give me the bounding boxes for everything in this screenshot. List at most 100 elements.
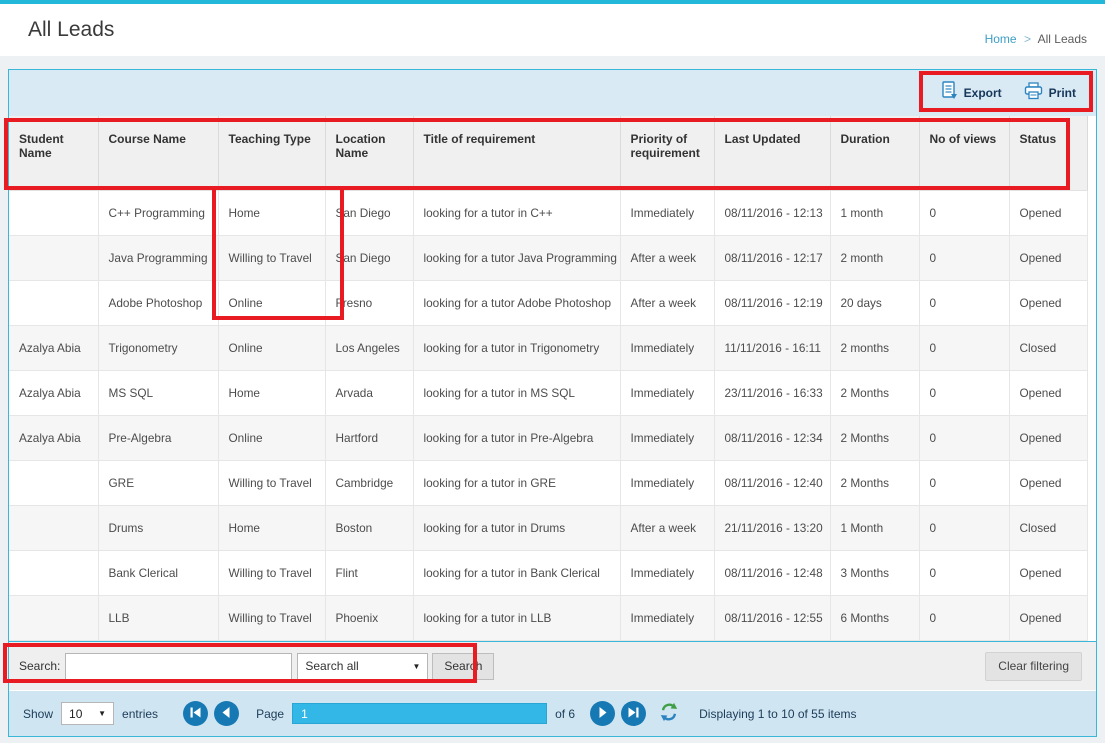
print-icon: [1024, 82, 1043, 105]
search-label: Search:: [19, 659, 60, 673]
table-cell: Phoenix: [325, 595, 413, 640]
table-cell: 2 months: [830, 325, 919, 370]
export-icon: [941, 81, 958, 105]
page-input[interactable]: [292, 703, 547, 724]
table-cell: [9, 235, 98, 280]
table-row[interactable]: C++ ProgrammingHomeSan Diegolooking for …: [9, 190, 1087, 235]
entries-label: entries: [122, 707, 158, 721]
table-cell: [9, 280, 98, 325]
table-cell: 20 days: [830, 280, 919, 325]
column-header[interactable]: Status: [1009, 116, 1087, 190]
print-button[interactable]: Print: [1024, 82, 1076, 105]
breadcrumb-home-link[interactable]: Home: [985, 32, 1017, 46]
last-page-button[interactable]: [621, 701, 646, 726]
entries-select[interactable]: 10 ▼: [61, 702, 114, 725]
column-header[interactable]: Duration: [830, 116, 919, 190]
column-header[interactable]: Last Updated: [714, 116, 830, 190]
table-row[interactable]: DrumsHomeBostonlooking for a tutor in Dr…: [9, 505, 1087, 550]
table-cell: 0: [919, 190, 1009, 235]
page-label: Page: [256, 707, 284, 721]
breadcrumb: Home > All Leads: [985, 32, 1087, 56]
search-input[interactable]: [65, 653, 292, 680]
print-label: Print: [1049, 86, 1076, 100]
table-cell: 0: [919, 370, 1009, 415]
column-header[interactable]: Location Name: [325, 116, 413, 190]
table-row[interactable]: Azalya AbiaPre-AlgebraOnlineHartfordlook…: [9, 415, 1087, 460]
table-cell: LLB: [98, 595, 218, 640]
breadcrumb-separator: >: [1024, 32, 1031, 46]
table-cell: Azalya Abia: [9, 325, 98, 370]
first-page-button[interactable]: [183, 701, 208, 726]
table-cell: 3 Months: [830, 550, 919, 595]
pagination-bar: Show 10 ▼ entries Page of 6: [9, 691, 1096, 736]
table-cell: looking for a tutor in Pre-Algebra: [413, 415, 620, 460]
table-cell: Online: [218, 280, 325, 325]
refresh-icon: [659, 702, 679, 725]
table-cell: Opened: [1009, 595, 1087, 640]
table-header-row: Student NameCourse NameTeaching TypeLoca…: [9, 116, 1087, 190]
table-cell: After a week: [620, 505, 714, 550]
export-button[interactable]: Export: [941, 81, 1002, 105]
table-cell: 08/11/2016 - 12:19: [714, 280, 830, 325]
table-cell: looking for a tutor in Drums: [413, 505, 620, 550]
table-row[interactable]: Java ProgrammingWilling to TravelSan Die…: [9, 235, 1087, 280]
table-cell: Fresno: [325, 280, 413, 325]
column-header[interactable]: Student Name: [9, 116, 98, 190]
column-header[interactable]: Teaching Type: [218, 116, 325, 190]
table-cell: Immediately: [620, 415, 714, 460]
table-cell: Opened: [1009, 550, 1087, 595]
chevron-down-icon: ▼: [98, 709, 106, 718]
table-cell: 6 Months: [830, 595, 919, 640]
search-column-selected: Search all: [305, 659, 358, 673]
table-row[interactable]: Adobe PhotoshopOnlineFresnolooking for a…: [9, 280, 1087, 325]
column-header[interactable]: Priority of requirement: [620, 116, 714, 190]
table-cell: MS SQL: [98, 370, 218, 415]
table-cell: Immediately: [620, 595, 714, 640]
refresh-button[interactable]: [659, 702, 679, 725]
table-cell: looking for a tutor in GRE: [413, 460, 620, 505]
table-cell: Adobe Photoshop: [98, 280, 218, 325]
table-row[interactable]: Azalya AbiaTrigonometryOnlineLos Angeles…: [9, 325, 1087, 370]
table-cell: 2 Months: [830, 370, 919, 415]
column-header[interactable]: Course Name: [98, 116, 218, 190]
table-cell: Willing to Travel: [218, 550, 325, 595]
search-column-select[interactable]: Search all ▼: [297, 653, 428, 680]
entries-selected: 10: [69, 707, 82, 721]
table-cell: 08/11/2016 - 12:48: [714, 550, 830, 595]
search-button[interactable]: Search: [432, 653, 494, 680]
next-page-button[interactable]: [590, 701, 615, 726]
table-row[interactable]: Azalya AbiaMS SQLHomeArvadalooking for a…: [9, 370, 1087, 415]
table-cell: 2 Months: [830, 415, 919, 460]
table-row[interactable]: LLBWilling to TravelPhoenixlooking for a…: [9, 595, 1087, 640]
table-cell: Los Angeles: [325, 325, 413, 370]
table-cell: 08/11/2016 - 12:17: [714, 235, 830, 280]
table-cell: Opened: [1009, 370, 1087, 415]
table-cell: Java Programming: [98, 235, 218, 280]
table-cell: Home: [218, 190, 325, 235]
column-header[interactable]: Title of requirement: [413, 116, 620, 190]
table-cell: 21/11/2016 - 13:20: [714, 505, 830, 550]
table-row[interactable]: Bank ClericalWilling to TravelFlintlooki…: [9, 550, 1087, 595]
table-cell: 08/11/2016 - 12:40: [714, 460, 830, 505]
table-cell: 08/11/2016 - 12:55: [714, 595, 830, 640]
table-cell: Online: [218, 415, 325, 460]
table-cell: Drums: [98, 505, 218, 550]
table-cell: 08/11/2016 - 12:13: [714, 190, 830, 235]
table-row[interactable]: GREWilling to TravelCambridgelooking for…: [9, 460, 1087, 505]
export-label: Export: [964, 86, 1002, 100]
table-cell: looking for a tutor in C++: [413, 190, 620, 235]
table-cell: San Diego: [325, 235, 413, 280]
table-cell: Immediately: [620, 460, 714, 505]
clear-filtering-button[interactable]: Clear filtering: [985, 652, 1082, 681]
table-cell: 11/11/2016 - 16:11: [714, 325, 830, 370]
table-cell: GRE: [98, 460, 218, 505]
leads-table: Student NameCourse NameTeaching TypeLoca…: [9, 116, 1088, 641]
page-header: All Leads Home > All Leads: [0, 4, 1105, 56]
table-cell: 0: [919, 595, 1009, 640]
column-header[interactable]: No of views: [919, 116, 1009, 190]
previous-page-button[interactable]: [214, 701, 239, 726]
table-cell: Arvada: [325, 370, 413, 415]
table-cell: looking for a tutor Adobe Photoshop: [413, 280, 620, 325]
table-cell: Willing to Travel: [218, 235, 325, 280]
table-cell: Boston: [325, 505, 413, 550]
